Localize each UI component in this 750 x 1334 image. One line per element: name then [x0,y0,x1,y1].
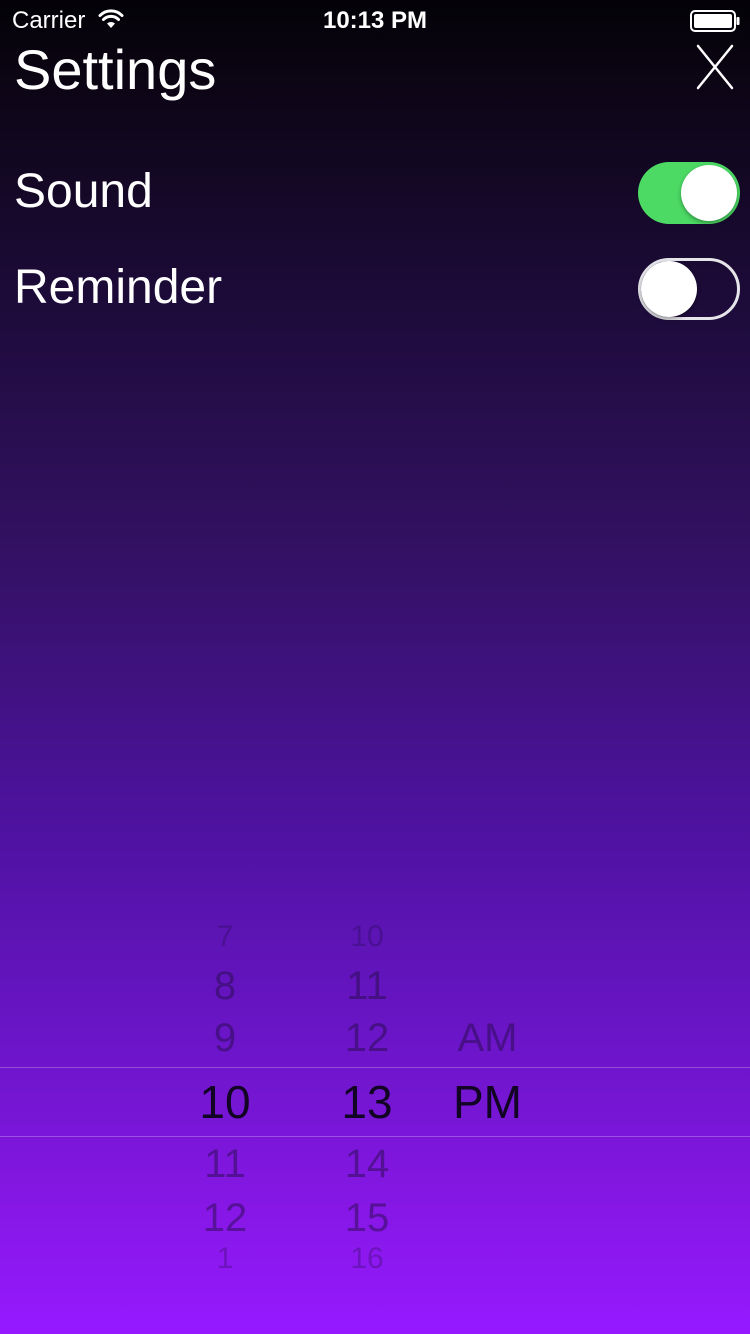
picker-minute-item[interactable]: 14 [312,1142,422,1187]
sound-toggle[interactable] [638,162,740,224]
picker-hour-item[interactable]: 9 [170,1016,280,1061]
picker-column-period[interactable]: AM PM [430,920,545,1280]
picker-minute-item[interactable]: 15 [312,1196,422,1241]
picker-minute-selected[interactable]: 13 [312,1075,422,1129]
setting-label-reminder: Reminder [14,261,223,314]
picker-minute-item[interactable]: 11 [312,964,422,1009]
picker-minute-item[interactable]: 10 [312,920,422,954]
close-icon [696,44,734,90]
picker-hour-item[interactable]: 11 [170,1142,280,1187]
setting-label-sound: Sound [14,165,153,218]
picker-hour-item[interactable]: 8 [170,964,280,1009]
picker-period-item[interactable]: AM [430,1016,545,1061]
setting-row-sound: Sound [0,152,750,232]
picker-minute-item[interactable]: 12 [312,1016,422,1061]
reminder-toggle[interactable] [638,258,740,320]
picker-hour-item[interactable]: 12 [170,1196,280,1241]
time-picker[interactable]: 7 8 9 10 11 12 1 10 11 12 13 14 15 16 AM… [0,920,750,1280]
picker-minute-item[interactable]: 16 [312,1242,422,1276]
picker-period-selected[interactable]: PM [430,1075,545,1129]
picker-column-hours[interactable]: 7 8 9 10 11 12 1 [170,920,280,1280]
picker-hour-selected[interactable]: 10 [170,1075,280,1129]
toggle-knob [641,261,697,317]
status-time: 10:13 PM [322,7,428,34]
status-bar: Carrier 10:13 PM [0,0,750,40]
settings-screen: Carrier 10:13 PM Settings Sound Reminder [0,0,750,1334]
picker-hour-item[interactable]: 1 [170,1242,280,1276]
toggle-knob [681,165,737,221]
setting-row-reminder: Reminder [0,248,750,328]
picker-hour-item[interactable]: 7 [170,920,280,954]
battery-icon [690,10,740,32]
page-title: Settings [14,38,217,101]
picker-column-minutes[interactable]: 10 11 12 13 14 15 16 [312,920,422,1280]
close-button[interactable] [692,44,738,90]
